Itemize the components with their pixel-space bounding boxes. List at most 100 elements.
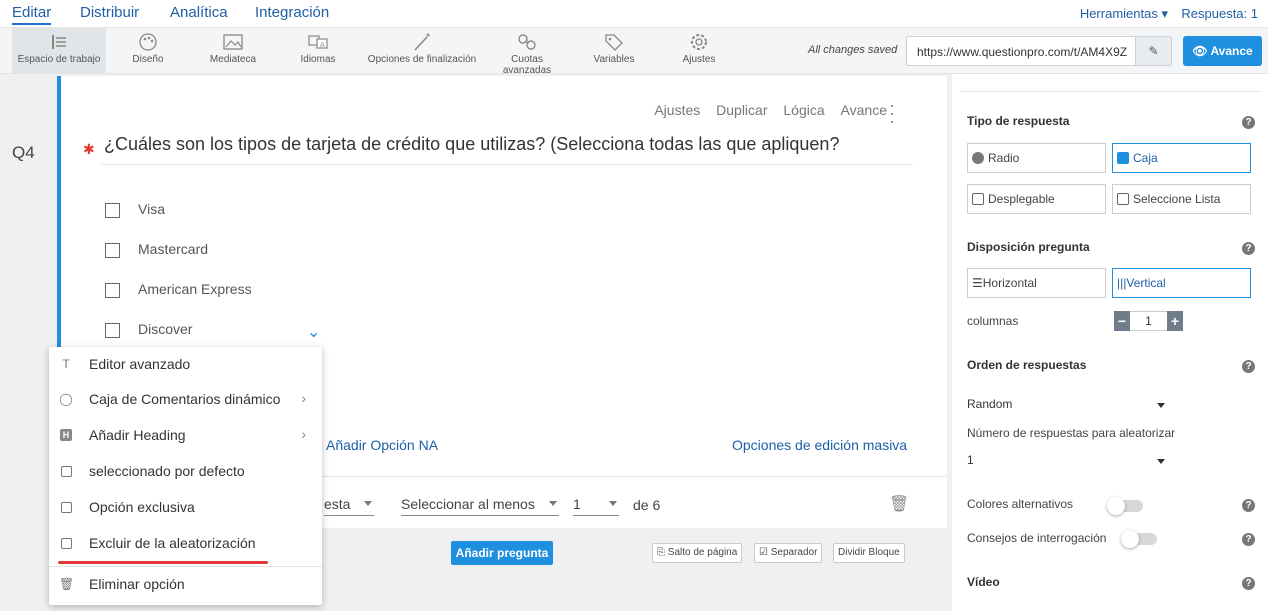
menu-item-label: Añadir Heading [89,427,186,443]
answer-type-select[interactable]: esta [324,496,374,516]
toolbar-settings[interactable]: Ajustes [672,28,726,74]
action-logic[interactable]: Lógica [783,102,824,118]
preview-button[interactable]: 👁 Avance [1183,36,1262,66]
option-label[interactable]: Mastercard [138,241,208,257]
tips-toggle[interactable] [1121,530,1157,548]
toolbar-variables[interactable]: Variables [586,28,642,74]
checkbox[interactable] [105,203,120,218]
add-question-button[interactable]: Añadir pregunta [451,541,553,565]
option-label[interactable]: Visa [138,201,165,217]
checkbox[interactable] [105,243,120,258]
svg-text:A: A [320,41,325,49]
link-icon [518,34,536,50]
checkbox[interactable] [105,323,120,338]
help-icon[interactable]: ? [1242,499,1255,512]
image-icon [223,34,243,50]
separator-button[interactable]: ☑ Separador [754,543,823,563]
trash-icon[interactable]: 🗑 [889,494,909,514]
add-na-option-link[interactable]: Añadir Opción NA [326,437,438,453]
menu-item-default-selected[interactable]: seleccionado por defecto [49,454,322,490]
more-vertical-icon[interactable]: · · · [889,96,895,130]
checkbox[interactable] [105,283,120,298]
menu-item-label: Eliminar opción [89,576,185,592]
save-status: All changes saved [808,44,898,56]
split-block-button[interactable]: Dividir Bloque [833,543,905,563]
action-duplicate[interactable]: Duplicar [716,102,767,118]
option-context-menu: T Editor avanzado ◯ Caja de Comentarios di… [49,347,322,605]
caret-down-icon [364,501,372,506]
bulk-edit-link[interactable]: Opciones de edición masiva [732,437,907,453]
page-break-icon: ⎘ [657,547,665,558]
toolbar-quotas[interactable]: Cuotas avanzadas [486,28,568,76]
help-icon[interactable]: ? [1242,533,1255,546]
tab-integracion[interactable]: Integración [255,4,329,21]
alt-colors-toggle[interactable] [1107,497,1143,515]
checkbox-icon[interactable] [61,538,72,549]
tips-label: Consejos de interrogación [967,531,1107,545]
answer-type-checkbox[interactable]: Caja [1112,143,1251,173]
answer-type-dropdown[interactable]: Desplegable [967,184,1106,214]
menu-item-label: Caja de Comentarios dinámico [89,391,281,407]
chevron-right-icon: › [301,390,306,406]
top-nav: Editar Distribuir Analítica Integración … [0,0,1268,28]
tools-menu[interactable]: Herramientas ▾ [1080,6,1168,22]
pencil-icon[interactable]: ✎ [1135,37,1171,65]
video-heading: Vídeo [967,575,1000,589]
dropdown-icon [1117,193,1129,205]
order-value: Random [967,397,1013,411]
menu-item-add-heading[interactable]: H Añadir Heading › [49,418,322,454]
question-text[interactable]: ¿Cuáles son los tipos de tarjeta de créd… [104,134,839,155]
option-label[interactable]: Discover [138,321,192,337]
caret-down-icon [609,501,617,506]
toolbar-media[interactable]: Mediateca [200,28,266,74]
menu-item-exclude-randomization[interactable]: Excluir de la aleatorización [49,526,322,562]
action-preview[interactable]: Avance [841,102,887,118]
validation-value: Seleccionar al menos [401,496,535,512]
help-icon[interactable]: ? [1242,577,1255,590]
divider [960,91,1260,92]
checkbox-icon[interactable] [61,466,72,477]
action-settings[interactable]: Ajustes [654,102,700,118]
tab-distribuir[interactable]: Distribuir [80,4,139,21]
tools-label: Herramientas [1079,6,1158,21]
columns-stepper[interactable]: − 1 + [1114,311,1183,331]
menu-item-exclusive-option[interactable]: Opción exclusiva [49,490,322,526]
menu-item-label: Editor avanzado [89,356,191,372]
menu-item-advanced-editor[interactable]: T Editor avanzado [49,347,322,383]
menu-item-dynamic-comment[interactable]: ◯ Caja de Comentarios dinámico › [49,382,322,418]
layout-horizontal[interactable]: ☰Horizontal [967,268,1106,298]
menu-item-delete-option[interactable]: 🗑 Eliminar opción [49,567,322,603]
toolbar-workspace[interactable]: Espacio de trabajo [12,28,106,74]
tab-analitica[interactable]: Analítica [170,4,228,21]
survey-url-field[interactable]: https://www.questionpro.com/t/AM4X9Z ✎ [906,36,1172,66]
randomize-select[interactable]: 1 [967,453,1167,473]
toolbar-design[interactable]: Diseño [118,28,178,74]
toolbar-finish-options[interactable]: Opciones de finalización [364,28,480,74]
toolbar-languages[interactable]: A Idiomas [290,28,346,74]
order-select[interactable]: Random [967,397,1167,417]
answer-type-label: Radio [988,151,1020,165]
settings-panel: Tipo de respuesta ? Radio Caja Desplegab… [952,74,1268,611]
menu-item-label: Opción exclusiva [89,499,195,515]
checkbox-icon[interactable] [61,502,72,513]
answer-type-radio[interactable]: Radio [967,143,1106,173]
plus-icon[interactable]: + [1167,311,1183,331]
columns-value[interactable]: 1 [1130,311,1167,331]
min-value: 1 [573,496,581,512]
help-icon[interactable]: ? [1242,360,1255,373]
help-icon[interactable]: ? [1242,242,1255,255]
responses-link[interactable]: Respuesta: 1 [1181,6,1258,21]
validation-select[interactable]: Seleccionar al menos [401,496,559,516]
help-icon[interactable]: ? [1242,116,1255,129]
layout-vertical[interactable]: |||Vertical [1112,268,1251,298]
tab-editar[interactable]: Editar [12,4,52,25]
radio-check-icon [972,152,984,164]
toolbar-label: Idiomas [300,54,336,65]
min-select[interactable]: 1 [573,496,619,516]
page-break-button[interactable]: ⎘ Salto de página [652,543,743,563]
answer-type-select-list[interactable]: Seleccione Lista [1112,184,1251,214]
option-label[interactable]: American Express [138,281,252,297]
gear-icon [691,34,707,50]
minus-icon[interactable]: − [1114,311,1130,331]
chevron-down-icon[interactable]: ⌄ [307,322,320,342]
